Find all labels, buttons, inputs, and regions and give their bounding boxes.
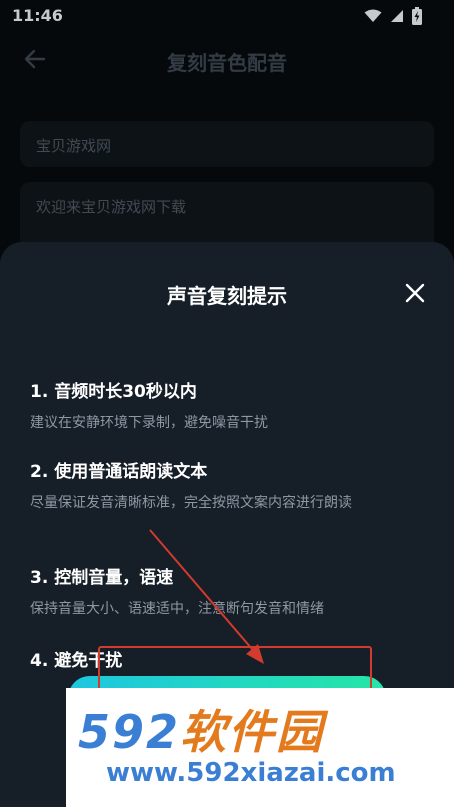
watermark-url: www.592xiazai.com [106, 758, 396, 788]
watermark-logo-number: 592 [78, 705, 181, 759]
watermark-logo-text: 软件园 [180, 705, 325, 759]
watermark-logo: 592软件园 [78, 696, 324, 762]
watermark: 592软件园 www.592xiazai.com [66, 688, 454, 807]
